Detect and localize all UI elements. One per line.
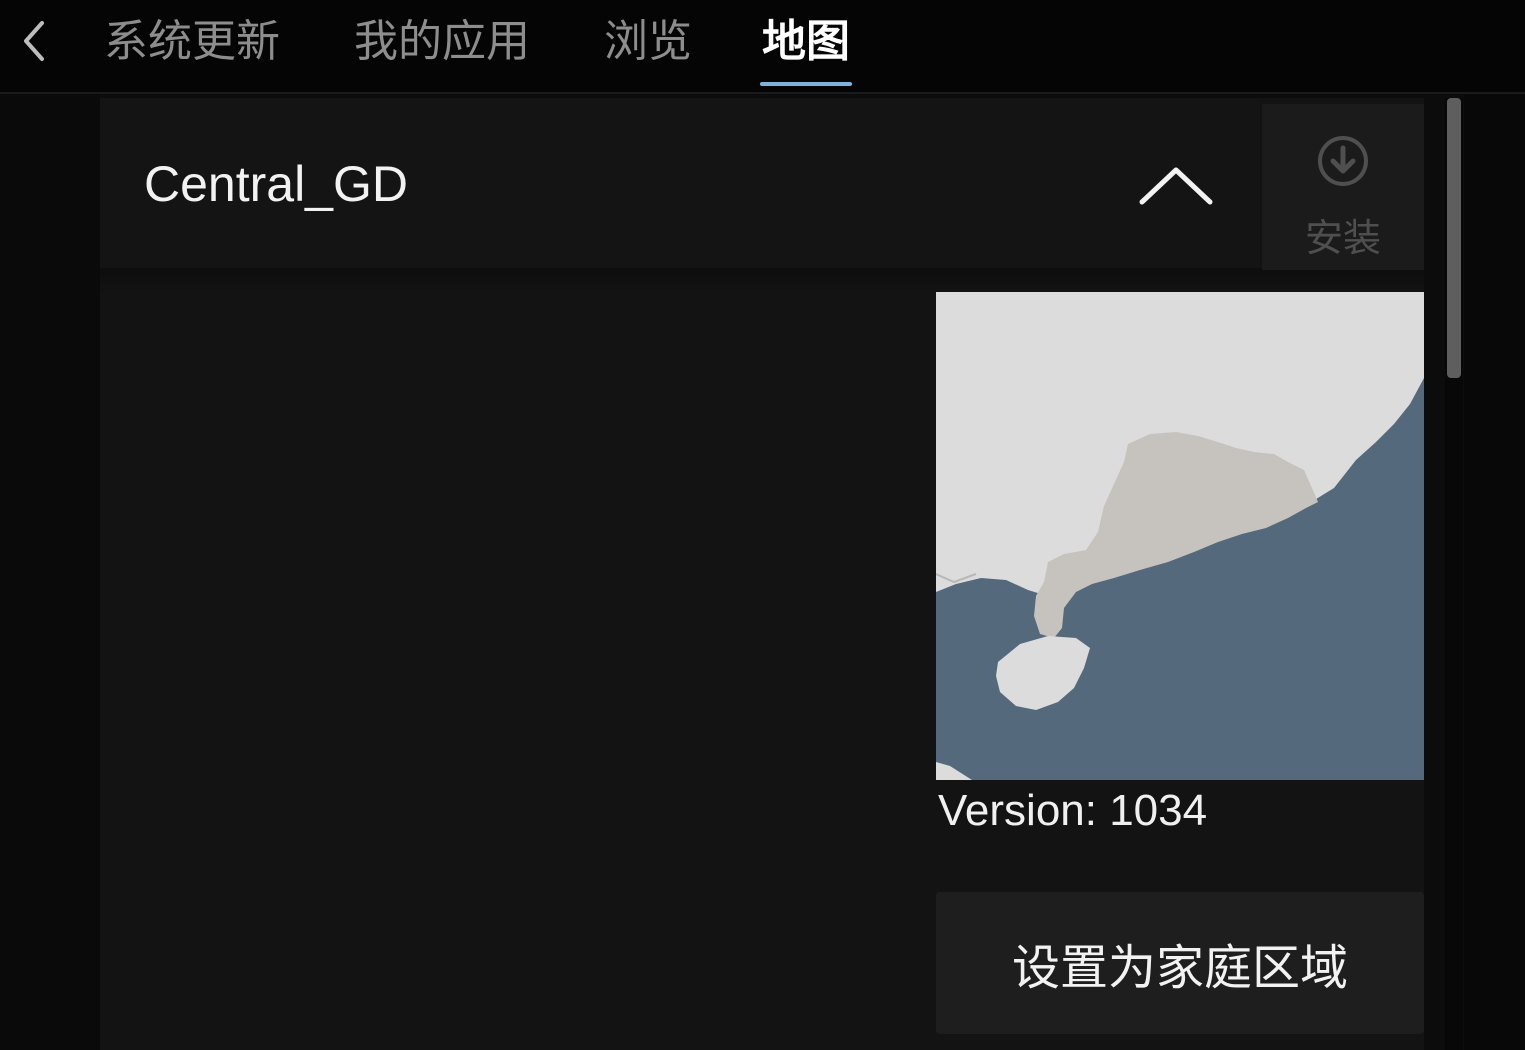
active-tab-indicator <box>760 82 852 86</box>
install-button[interactable]: 安装 <box>1262 104 1424 270</box>
collapse-button[interactable] <box>1134 158 1218 212</box>
tab-my-apps[interactable]: 我的应用 <box>354 12 530 72</box>
chevron-up-icon <box>1139 167 1213 205</box>
map-update-screen: 系统更新 我的应用 浏览 地图 Central_GD 安装 Version: 1… <box>0 0 1525 1050</box>
set-home-region-button[interactable]: 设置为家庭区域 <box>936 892 1424 1034</box>
tab-browse[interactable]: 浏览 <box>604 12 692 72</box>
scrollbar-thumb[interactable] <box>1447 98 1461 378</box>
region-map-thumbnail <box>936 292 1424 780</box>
right-gutter <box>1464 94 1525 1050</box>
region-title: Central_GD <box>144 156 408 212</box>
left-gutter <box>0 94 100 1050</box>
download-circle-icon <box>1318 136 1368 186</box>
region-map-image <box>936 292 1424 780</box>
tab-maps[interactable]: 地图 <box>762 12 850 72</box>
chevron-left-icon <box>24 21 44 61</box>
region-header[interactable]: Central_GD <box>100 98 1260 268</box>
region-card: Central_GD 安装 Version: 1034 设置为家庭区域 <box>100 98 1424 1050</box>
version-label: Version: 1034 <box>938 786 1208 835</box>
top-nav-bar: 系统更新 我的应用 浏览 地图 <box>0 0 1525 94</box>
header-divider <box>100 268 1424 294</box>
install-label: 安装 <box>1304 216 1381 260</box>
tab-system-update[interactable]: 系统更新 <box>104 12 280 72</box>
back-button[interactable] <box>14 18 54 64</box>
